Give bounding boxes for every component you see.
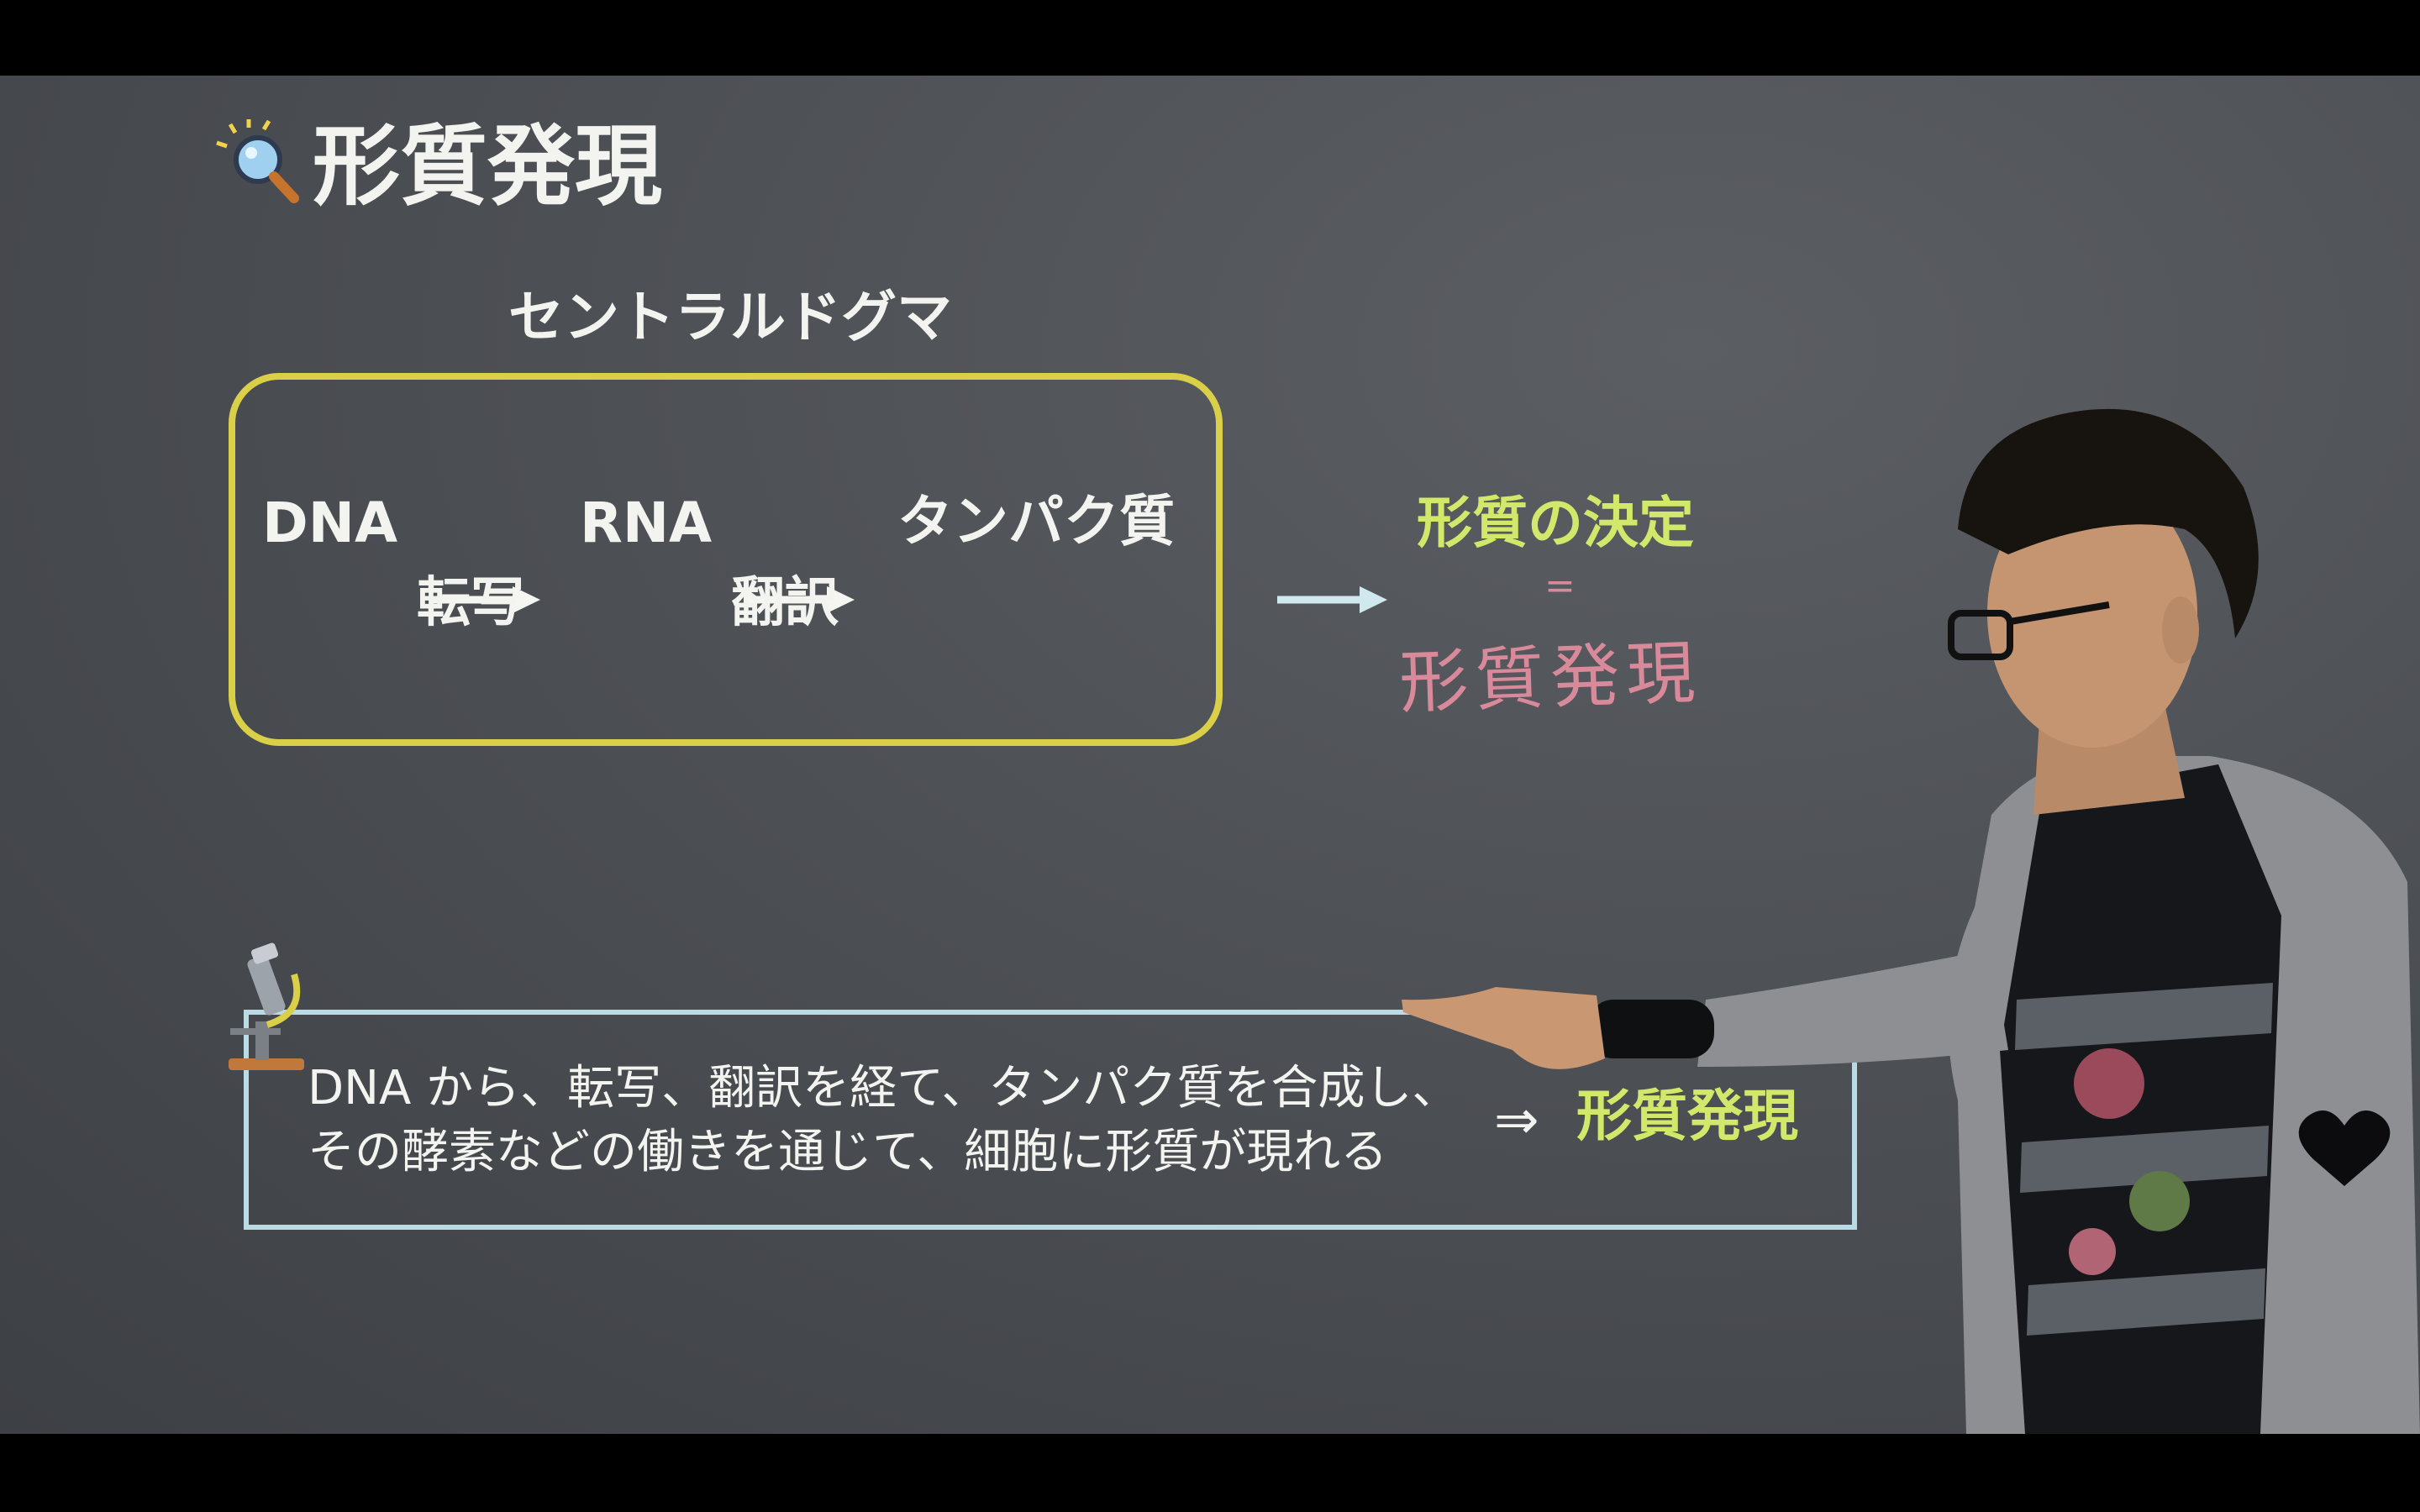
video-frame: 形質発現 セントラルドグマ DNA RNA タンパク質 転写 翻訳 形質の決定 …: [0, 0, 2420, 1512]
summary-line-1: DNA から、転写、翻訳を経て、タンパク質を合成し、: [308, 1061, 1460, 1116]
transcription-label: 転写: [417, 572, 524, 634]
slide-title: 形質発現: [313, 115, 663, 218]
microscope-icon: [229, 942, 304, 1070]
central-dogma-label: セントラルドグマ: [508, 285, 952, 349]
blackboard: 形質発現 セントラルドグマ DNA RNA タンパク質 転写 翻訳 形質の決定 …: [0, 76, 2420, 1434]
dna-label: DNA: [262, 491, 398, 555]
rna-label: RNA: [580, 491, 713, 555]
magnifier-icon: [216, 119, 299, 203]
central-dogma-box: [229, 373, 1223, 746]
protein-label: タンパク質: [897, 489, 1175, 554]
translation-label: 翻訳: [731, 572, 839, 634]
presenter-figure: [1402, 408, 2420, 1434]
summary-line-2: その酵素などの働きを通じて、細胞に形質が現れる: [308, 1125, 1388, 1179]
